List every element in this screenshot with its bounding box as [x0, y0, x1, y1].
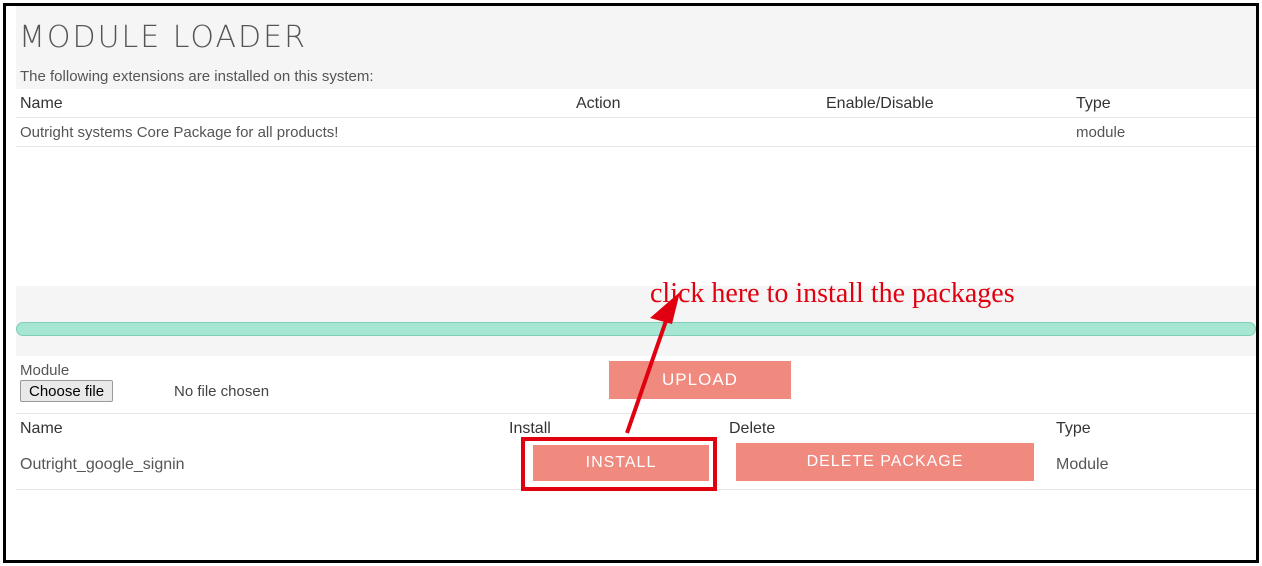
column-header-type: Type — [1056, 420, 1091, 437]
page-title: MODULE LOADER — [19, 20, 307, 55]
installed-extensions-subtitle: The following extensions are installed o… — [20, 68, 374, 85]
scrollbar[interactable] — [16, 322, 1256, 336]
column-header-type: Type — [1076, 95, 1111, 112]
module-upload-section: Module Choose file No file chosen UPLOAD… — [16, 356, 1256, 560]
package-name: Outright_google_signin — [20, 456, 185, 473]
table-row: Outright_google_signin INSTALL DELETE PA… — [16, 437, 1256, 491]
install-highlight-box — [521, 437, 717, 491]
install-instruction-annotation: click here to install the packages — [650, 278, 1015, 309]
table-row: Outright systems Core Package for all pr… — [16, 118, 1256, 147]
column-header-install: Install — [509, 420, 551, 437]
column-header-enable-disable: Enable/Disable — [826, 95, 934, 112]
installed-extensions-table: Name Action Enable/Disable Type Outright… — [16, 89, 1256, 286]
column-header-name: Name — [20, 95, 63, 112]
package-type: Module — [1056, 456, 1109, 473]
delete-package-button[interactable]: DELETE PACKAGE — [736, 443, 1034, 481]
column-header-delete: Delete — [729, 420, 776, 437]
table-header: Name Action Enable/Disable Type — [16, 89, 1256, 118]
module-loader-window: MODULE LOADER The following extensions a… — [3, 3, 1259, 563]
column-header-action: Action — [576, 95, 621, 112]
upload-button[interactable]: UPLOAD — [609, 361, 791, 399]
module-label: Module — [20, 362, 70, 379]
choose-file-button[interactable]: Choose file — [20, 380, 114, 402]
column-header-name: Name — [20, 420, 63, 437]
file-status-text: No file chosen — [174, 383, 270, 400]
extension-type: module — [1076, 124, 1126, 141]
extension-name: Outright systems Core Package for all pr… — [20, 124, 339, 141]
